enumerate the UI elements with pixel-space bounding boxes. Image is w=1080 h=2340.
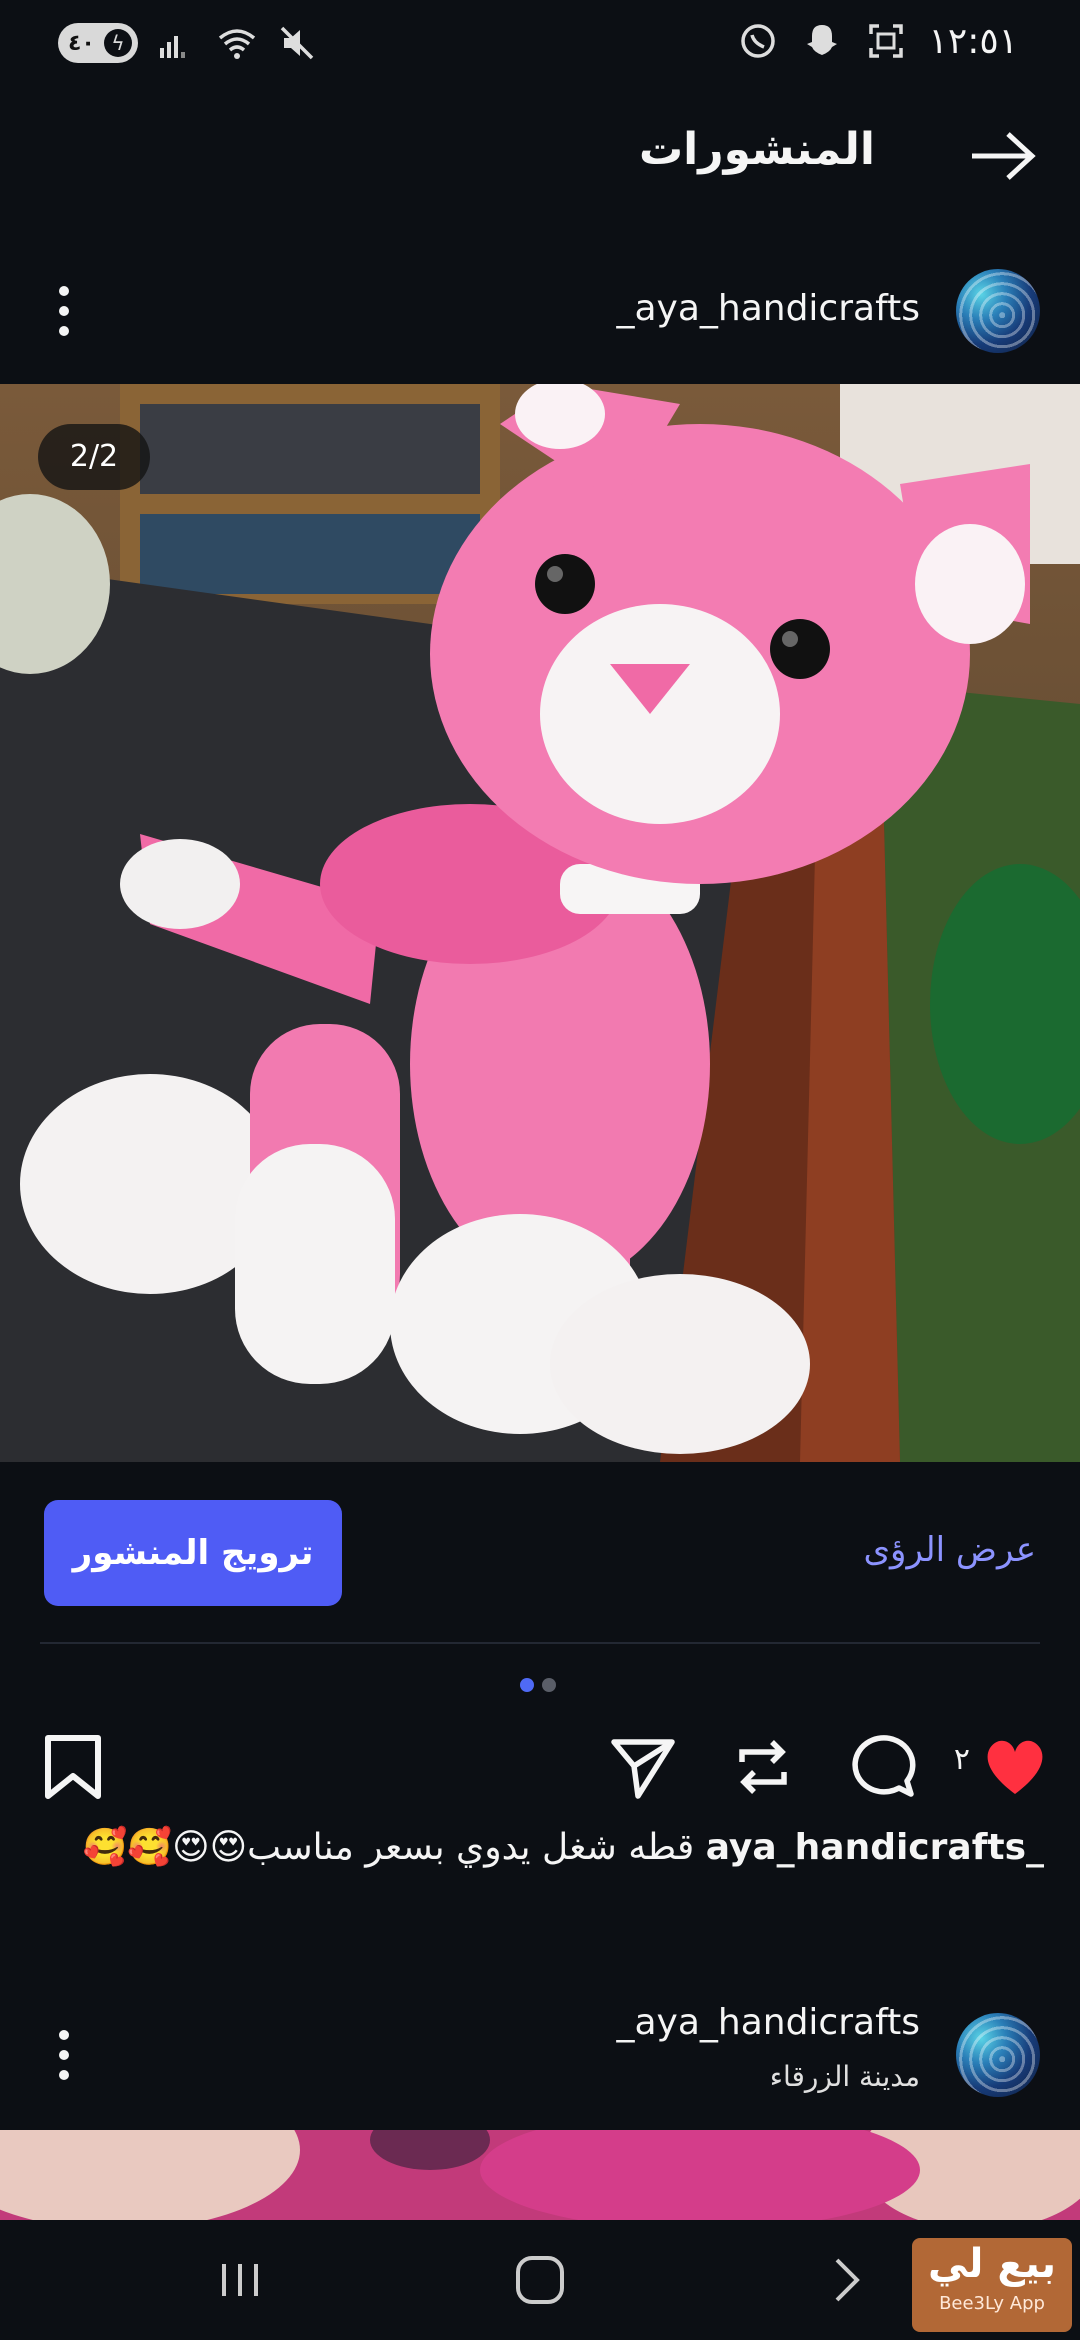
status-bar: ٤٠ ϟ ١٢:٥١ [0,0,1080,90]
divider [40,1642,1040,1644]
next-post-more-icon[interactable] [44,2027,84,2083]
status-time: ١٢:٥١ [928,20,1018,62]
post-image[interactable]: 2/2 [0,384,1080,1462]
next-post-username[interactable]: _aya_handicrafts [616,2002,920,2043]
snapchat-icon [806,25,837,55]
like-count[interactable]: ٢ [954,1742,970,1777]
watermark-english: Bee3Ly App [939,2293,1045,2314]
next-post-location[interactable]: مدينة الزرقاء [770,2060,920,2093]
wifi-icon [218,29,256,59]
carousel-dot-active [520,1678,534,1692]
post-actions: ٢ [0,1722,1080,1812]
avatar[interactable] [956,269,1040,353]
post-username[interactable]: _aya_handicrafts [616,288,920,329]
whatsapp-icon [740,24,775,58]
back-arrow-icon[interactable] [968,128,1038,184]
recent-apps-icon[interactable] [210,2250,270,2310]
battery-percent: ٤٠ [68,30,95,56]
mute-icon [280,26,314,60]
next-post-avatar[interactable] [956,2013,1040,2097]
post-header: _aya_handicrafts [0,256,1080,366]
page-title: المنشورات [638,124,875,175]
next-post-photo [0,2130,1080,2220]
charging-icon: ϟ [104,29,132,57]
view-insights-link[interactable]: عرض الرؤى [863,1530,1036,1570]
crochet-cat-photo [0,384,1080,1462]
next-post-header: _aya_handicrafts مدينة الزرقاء [0,2000,1080,2110]
status-right: ١٢:٥١ [737,20,1018,62]
system-nav-bar: بيع لي Bee3Ly App [0,2220,1080,2340]
carousel-dot [542,1678,556,1692]
home-icon[interactable] [510,2250,570,2310]
top-app-bar: المنشورات [0,100,1080,210]
heart-liked-icon[interactable] [980,1732,1050,1802]
signal-icon [160,36,185,58]
comment-icon[interactable] [846,1732,916,1802]
status-left: ٤٠ ϟ [58,22,318,64]
carousel-indicator [520,1678,556,1692]
caption-text: قطه شغل يدوي بسعر مناسب😍😍🥰🥰 [82,1827,695,1868]
watermark-arabic: بيع لي [927,2241,1057,2287]
screen: ٤٠ ϟ ١٢:٥١ المنشورات _aya_handicrafts 2/… [0,0,1080,2340]
post-caption: _aya_handicrafts قطه شغل يدوي بسعر مناسب… [34,1826,1044,1868]
battery-indicator: ٤٠ ϟ [58,23,138,63]
caption-username[interactable]: _aya_handicrafts [706,1827,1044,1868]
promote-post-button[interactable]: ترويج المنشور [44,1500,342,1606]
watermark-logo: بيع لي Bee3Ly App [912,2238,1072,2332]
repost-icon[interactable] [728,1732,798,1802]
next-post-image[interactable] [0,2130,1080,2220]
screenshot-icon [868,24,903,58]
image-counter: 2/2 [38,424,150,490]
back-nav-icon[interactable] [815,2250,875,2310]
more-options-icon[interactable] [44,283,84,339]
share-send-icon[interactable] [608,1732,678,1802]
save-bookmark-icon[interactable] [38,1732,108,1802]
